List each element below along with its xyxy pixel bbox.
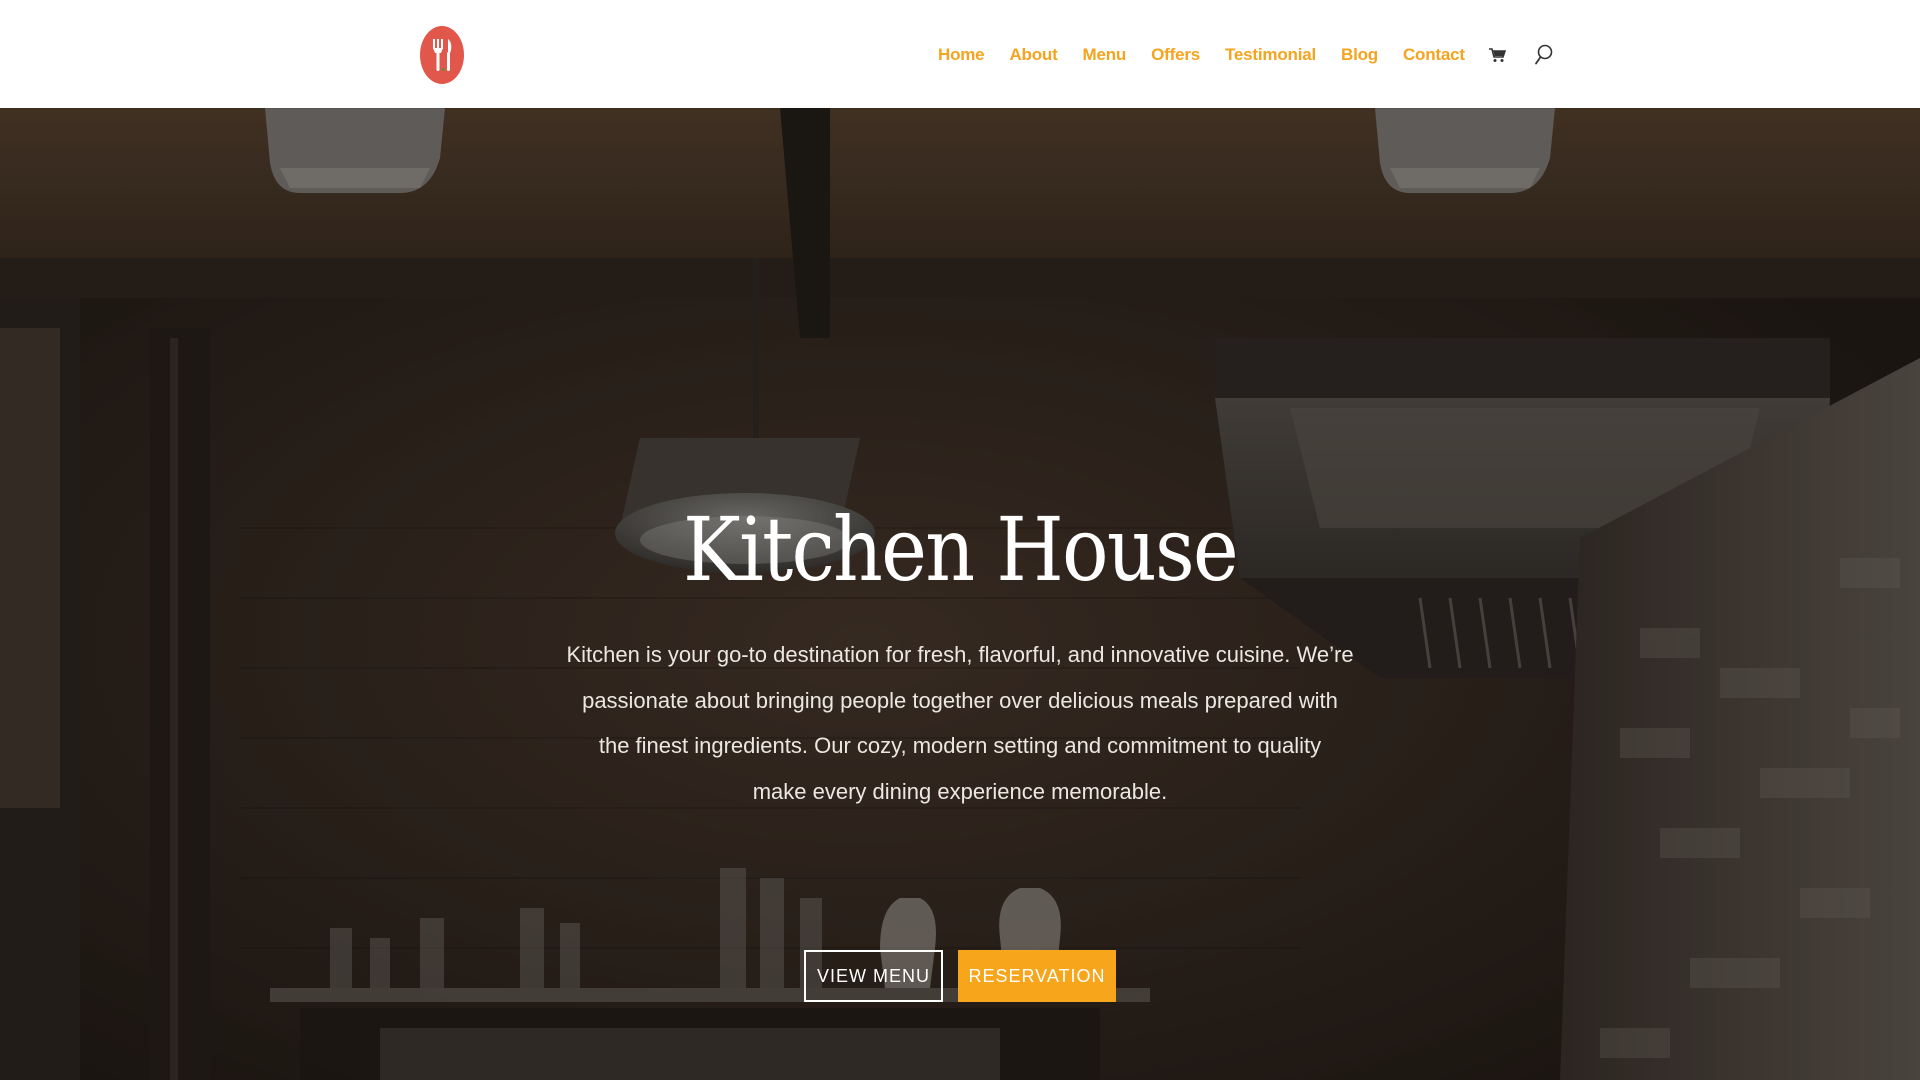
nav-home[interactable]: Home bbox=[938, 45, 985, 65]
cart-icon[interactable] bbox=[1488, 47, 1506, 63]
fork-knife-icon bbox=[433, 39, 452, 71]
main-nav: Home About Menu Offers Testimonial Blog … bbox=[938, 40, 1554, 70]
nav-contact[interactable]: Contact bbox=[1403, 45, 1465, 65]
hero-description-line-2: passionate about bringing people togethe… bbox=[582, 687, 1338, 713]
hero-description-line-4: make every dining experience memorable. bbox=[752, 778, 1168, 804]
search-icon[interactable] bbox=[1534, 44, 1554, 66]
hero-description-line-3: the finest ingredients. Our cozy, modern… bbox=[598, 733, 1322, 758]
hero-description-line-1: Kitchen is your go-to destination for fr… bbox=[566, 642, 1354, 667]
nav-testimonial[interactable]: Testimonial bbox=[1225, 45, 1316, 65]
hero-buttons: VIEW MENU RESERVATION bbox=[0, 950, 1920, 1002]
nav-blog[interactable]: Blog bbox=[1341, 45, 1378, 65]
nav-about[interactable]: About bbox=[1009, 45, 1057, 65]
page: Home About Menu Offers Testimonial Blog … bbox=[0, 0, 1920, 1080]
site-header: Home About Menu Offers Testimonial Blog … bbox=[0, 0, 1920, 108]
hero-section: Kitchen House Kitchen is your go-to dest… bbox=[0, 108, 1920, 1080]
view-menu-button[interactable]: VIEW MENU bbox=[804, 950, 943, 1002]
nav-menu[interactable]: Menu bbox=[1083, 45, 1127, 65]
hero-description: Kitchen is your go-to destination for fr… bbox=[560, 632, 1360, 814]
hero-title: Kitchen House bbox=[682, 498, 1239, 601]
reservation-button[interactable]: RESERVATION bbox=[958, 950, 1116, 1002]
hero-content: Kitchen House Kitchen is your go-to dest… bbox=[0, 108, 1920, 1080]
nav-offers[interactable]: Offers bbox=[1151, 45, 1200, 65]
site-logo[interactable] bbox=[420, 26, 464, 84]
